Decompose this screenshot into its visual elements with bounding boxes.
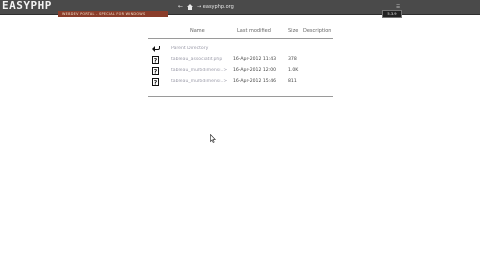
svg-text:?: ?: [154, 80, 158, 87]
parent-directory-link[interactable]: Parent Directory: [171, 46, 233, 51]
directory-listing: Name Last modified Size Description Pare…: [148, 25, 333, 97]
back-arrow-icon: [152, 45, 160, 53]
back-control[interactable]: ←: [178, 2, 183, 12]
column-last-modified[interactable]: Last modified: [237, 28, 271, 34]
file-modified: 16-Apr-2012 15:46: [233, 79, 277, 84]
mouse-pointer-icon: [210, 134, 216, 143]
file-size: 1.0K: [288, 68, 299, 73]
top-nav: ← → easyphp.org: [178, 2, 234, 12]
file-size: 378: [288, 57, 297, 62]
unknown-file-icon: ?: [152, 78, 159, 86]
listing-rows: Parent Directory ? tableau_associatif.ph…: [148, 39, 333, 91]
home-icon[interactable]: [187, 4, 194, 10]
column-size[interactable]: Size: [288, 28, 298, 34]
file-size: 811: [288, 79, 297, 84]
breadcrumb[interactable]: → easyphp.org: [197, 2, 234, 12]
version-badge: 5.3.9: [382, 10, 402, 18]
listing-header: Name Last modified Size Description: [148, 25, 333, 38]
site-tagline: WEBDEV PORTAL - SPECIAL FOR WINDOWS: [58, 11, 168, 17]
file-modified: 16-Apr-2012 11:43: [233, 57, 277, 62]
unknown-file-icon: ?: [152, 67, 159, 75]
column-name[interactable]: Name: [190, 28, 205, 34]
file-link[interactable]: tableau_multidimensi..>: [171, 68, 233, 73]
parent-directory-row: Parent Directory: [148, 44, 333, 54]
table-row: ? tableau_associatif.php 16-Apr-2012 11:…: [148, 55, 333, 65]
svg-text:?: ?: [154, 58, 158, 65]
column-description[interactable]: Description: [303, 28, 331, 34]
table-row: ? tableau_multidimensi..> 16-Apr-2012 12…: [148, 66, 333, 76]
file-link[interactable]: tableau_associatif.php: [171, 57, 233, 62]
footer-divider: [148, 96, 333, 97]
file-modified: 16-Apr-2012 12:00: [233, 68, 277, 73]
file-link[interactable]: tableau_multidimensi..>: [171, 79, 233, 84]
table-row: ? tableau_multidimensi..> 16-Apr-2012 15…: [148, 77, 333, 87]
svg-text:?: ?: [154, 69, 158, 76]
top-bar: EASYPHP WEBDEV PORTAL - SPECIAL FOR WIND…: [0, 0, 480, 17]
unknown-file-icon: ?: [152, 56, 159, 64]
